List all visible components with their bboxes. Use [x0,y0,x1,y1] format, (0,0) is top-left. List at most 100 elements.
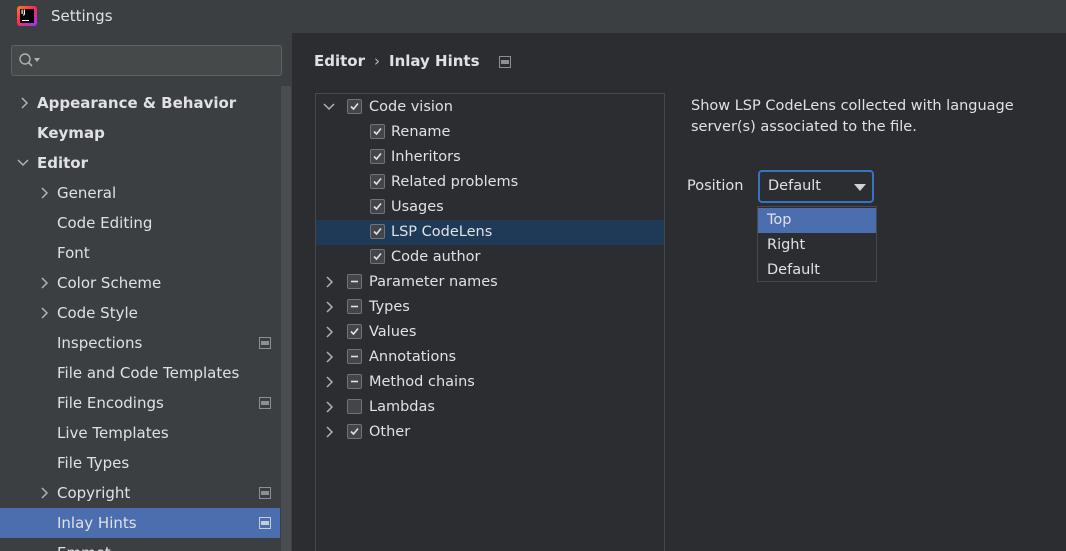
tree-item-related-problems[interactable]: Related problems [316,170,664,195]
chevron-right-icon[interactable] [323,320,337,345]
chevron-down-icon[interactable] [16,148,30,178]
tree-item-label: Inheritors [391,149,461,165]
chevron-down-icon[interactable] [322,95,336,120]
checkbox-partial[interactable] [347,274,362,289]
project-settings-icon [259,337,271,349]
sidebar-item-keymap[interactable]: Keymap [0,118,280,148]
tree-item-label: Values [369,324,417,340]
chevron-right-icon[interactable] [38,298,52,328]
checkmark-icon [350,102,359,111]
project-settings-icon [259,487,271,499]
chevron-right-icon[interactable] [38,178,52,208]
position-select-value: Default [768,178,821,194]
search-options-chevron-icon[interactable] [34,58,40,62]
position-option-right[interactable]: Right [758,233,876,258]
search-input[interactable] [11,45,282,76]
sidebar-item-label: Color Scheme [57,274,162,292]
tree-item-usages[interactable]: Usages [316,195,664,220]
chevron-right-icon[interactable] [323,370,337,395]
checkbox-checked[interactable] [370,199,385,214]
tree-item-rename[interactable]: Rename [316,120,664,145]
checkbox-unchecked[interactable] [347,399,362,414]
sidebar-scrollbar[interactable] [281,86,291,551]
sidebar-item-file-types[interactable]: File Types [0,448,280,478]
chevron-right-icon[interactable] [18,88,32,118]
sidebar-item-inlay-hints[interactable]: Inlay Hints [0,508,280,538]
sidebar-item-code-style[interactable]: Code Style [0,298,280,328]
tree-item-label: Method chains [369,374,475,390]
sidebar-item-editor[interactable]: Editor [0,148,280,178]
checkbox-checked[interactable] [370,149,385,164]
tree-item-annotations[interactable]: Annotations [316,345,664,370]
checkbox-checked[interactable] [370,174,385,189]
breadcrumb-current: Inlay Hints [389,52,480,70]
sidebar-item-live-templates[interactable]: Live Templates [0,418,280,448]
checkmark-icon [373,127,382,136]
project-settings-icon [259,517,271,529]
tree-item-values[interactable]: Values [316,320,664,345]
position-option-top[interactable]: Top [758,208,876,233]
sidebar-item-copyright[interactable]: Copyright [0,478,280,508]
sidebar-item-code-editing[interactable]: Code Editing [0,208,280,238]
checkbox-partial[interactable] [347,374,362,389]
chevron-right-icon[interactable] [323,270,337,295]
tree-item-label: LSP CodeLens [391,224,493,240]
sidebar-item-emmet[interactable]: Emmet [0,538,280,551]
tree-item-code-author[interactable]: Code author [316,245,664,270]
chevron-right-icon[interactable] [38,268,52,298]
tree-item-lsp-codelens[interactable]: LSP CodeLens [316,220,664,245]
checkbox-checked[interactable] [370,124,385,139]
chevron-right-icon[interactable] [323,420,337,445]
search-icon[interactable] [18,52,35,69]
tree-item-label: Annotations [369,349,457,365]
settings-sidebar: Appearance & Behavior Keymap Editor Gene… [0,33,292,551]
tree-item-inheritors[interactable]: Inheritors [316,145,664,170]
intellij-logo-icon: IJ [17,6,37,26]
tree-item-code-vision[interactable]: Code vision [316,95,664,120]
sidebar-item-file-and-code-templates[interactable]: File and Code Templates [0,358,280,388]
sidebar-item-general[interactable]: General [0,178,280,208]
checkbox-checked[interactable] [347,99,362,114]
checkmark-icon [350,427,359,436]
sidebar-item-label: File Encodings [57,394,164,412]
breadcrumb-parent[interactable]: Editor [314,52,365,70]
checkmark-icon [373,227,382,236]
position-option-default[interactable]: Default [758,258,876,283]
tree-item-types[interactable]: Types [316,295,664,320]
sidebar-item-color-scheme[interactable]: Color Scheme [0,268,280,298]
chevron-right-icon[interactable] [38,478,52,508]
inlay-hints-tree: Code vision Rename Inheritors Related probl… [315,93,665,551]
indeterminate-icon [351,355,358,358]
sidebar-item-font[interactable]: Font [0,238,280,268]
sidebar-item-label: Editor [37,154,88,172]
sidebar-item-label: Code Style [57,304,138,322]
window-title: Settings [51,7,113,25]
checkbox-partial[interactable] [347,349,362,364]
sidebar-item-appearance-behavior[interactable]: Appearance & Behavior [0,88,280,118]
tree-item-method-chains[interactable]: Method chains [316,370,664,395]
sidebar-item-file-encodings[interactable]: File Encodings [0,388,280,418]
tree-item-parameter-names[interactable]: Parameter names [316,270,664,295]
project-settings-icon [259,397,271,409]
sidebar-item-inspections[interactable]: Inspections [0,328,280,358]
tree-item-label: Lambdas [369,399,435,415]
dropdown-arrow-icon[interactable] [854,184,866,191]
indeterminate-icon [351,280,358,283]
sidebar-item-label: Live Templates [57,424,169,442]
position-select[interactable]: Default [758,170,874,203]
checkbox-checked[interactable] [370,249,385,264]
tree-item-lambdas[interactable]: Lambdas [316,395,664,420]
sidebar-item-label: Code Editing [57,214,153,232]
sidebar-item-label: Font [57,244,90,262]
chevron-right-icon[interactable] [323,395,337,420]
checkbox-checked[interactable] [347,424,362,439]
checkbox-partial[interactable] [347,299,362,314]
tree-item-label: Usages [391,199,444,215]
checkbox-checked[interactable] [370,224,385,239]
chevron-right-icon[interactable] [323,345,337,370]
tree-item-label: Rename [391,124,451,140]
checkbox-checked[interactable] [347,324,362,339]
tree-item-other[interactable]: Other [316,420,664,445]
sidebar-item-label: General [57,184,117,202]
chevron-right-icon[interactable] [323,295,337,320]
